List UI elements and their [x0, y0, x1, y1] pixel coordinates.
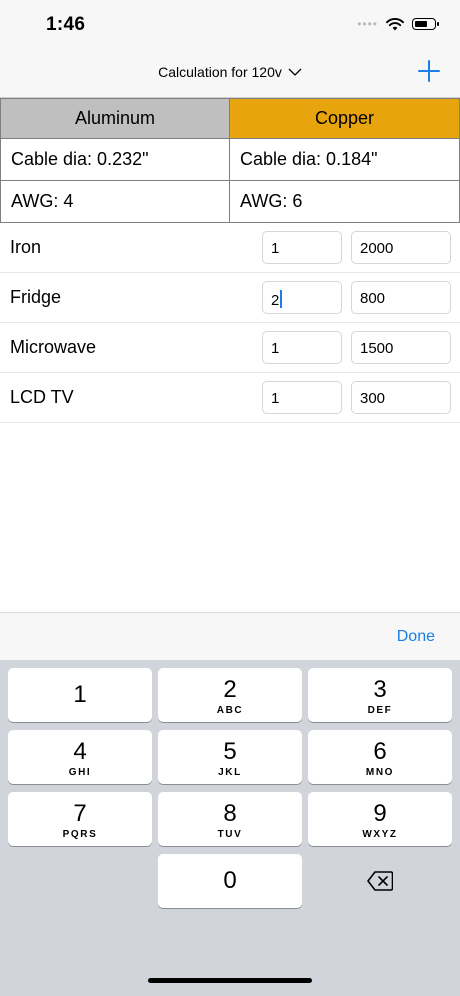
- quantity-field[interactable]: 1: [262, 231, 342, 264]
- list-item: Iron 1 2000: [0, 223, 460, 273]
- list-item: LCD TV 1 300: [0, 373, 460, 423]
- key-5[interactable]: 5 JKL: [158, 730, 302, 784]
- metal-header-row: Aluminum Copper: [0, 98, 460, 139]
- watts-field[interactable]: 800: [351, 281, 451, 314]
- key-2[interactable]: 2 ABC: [158, 668, 302, 722]
- number-keypad: 1 2 ABC 3 DEF 4 GHI 5 JKL 6 MNO 7 PQRS 8…: [0, 660, 460, 996]
- nav-title-label: Calculation for 120v: [158, 64, 282, 80]
- awg-row: AWG: 4 AWG: 6: [0, 181, 460, 223]
- status-time: 1:46: [46, 14, 86, 35]
- appliance-name: Iron: [10, 237, 42, 257]
- list-item: Microwave 1 1500: [0, 323, 460, 373]
- appliance-name: Fridge: [10, 287, 62, 307]
- key-8[interactable]: 8 TUV: [158, 792, 302, 846]
- signal-icon: ••••: [357, 17, 378, 31]
- backspace-key[interactable]: [308, 854, 452, 908]
- add-icon[interactable]: [418, 60, 440, 82]
- status-bar: 1:46 ••••: [0, 0, 460, 50]
- copper-header[interactable]: Copper: [230, 98, 460, 139]
- cable-dia-row: Cable dia: 0.232" Cable dia: 0.184": [0, 139, 460, 181]
- wifi-icon: [386, 17, 404, 30]
- key-9[interactable]: 9 WXYZ: [308, 792, 452, 846]
- appliance-name: Microwave: [10, 337, 97, 357]
- nav-title-dropdown[interactable]: Calculation for 120v: [0, 64, 460, 80]
- watts-field[interactable]: 300: [351, 381, 451, 414]
- home-indicator[interactable]: [148, 978, 312, 983]
- copper-cable-dia: Cable dia: 0.184": [230, 139, 460, 181]
- done-button[interactable]: Done: [397, 628, 435, 646]
- aluminum-header[interactable]: Aluminum: [0, 98, 230, 139]
- watts-field[interactable]: 2000: [351, 231, 451, 264]
- key-4[interactable]: 4 GHI: [8, 730, 152, 784]
- backspace-icon: [367, 871, 393, 891]
- keyboard-accessory-bar: Done: [0, 612, 460, 660]
- quantity-field-focused[interactable]: 2: [262, 281, 342, 314]
- key-6[interactable]: 6 MNO: [308, 730, 452, 784]
- status-icons: ••••: [357, 17, 439, 31]
- aluminum-awg: AWG: 4: [0, 181, 230, 223]
- chevron-down-icon: [288, 68, 302, 76]
- quantity-field[interactable]: 1: [262, 331, 342, 364]
- key-1[interactable]: 1: [8, 668, 152, 722]
- appliance-name: LCD TV: [10, 387, 74, 407]
- copper-awg: AWG: 6: [230, 181, 460, 223]
- quantity-field[interactable]: 1: [262, 381, 342, 414]
- aluminum-cable-dia: Cable dia: 0.232": [0, 139, 230, 181]
- watts-field[interactable]: 1500: [351, 331, 451, 364]
- key-7[interactable]: 7 PQRS: [8, 792, 152, 846]
- text-cursor: [280, 290, 283, 308]
- appliance-list: Iron 1 2000 Fridge 2 800 Microwave 1 150…: [0, 223, 460, 423]
- list-item: Fridge 2 800: [0, 273, 460, 323]
- key-0[interactable]: 0: [158, 854, 302, 908]
- battery-icon: [412, 18, 439, 30]
- nav-bar: Calculation for 120v: [0, 50, 460, 98]
- metal-grid: Aluminum Copper Cable dia: 0.232" Cable …: [0, 98, 460, 223]
- key-3[interactable]: 3 DEF: [308, 668, 452, 722]
